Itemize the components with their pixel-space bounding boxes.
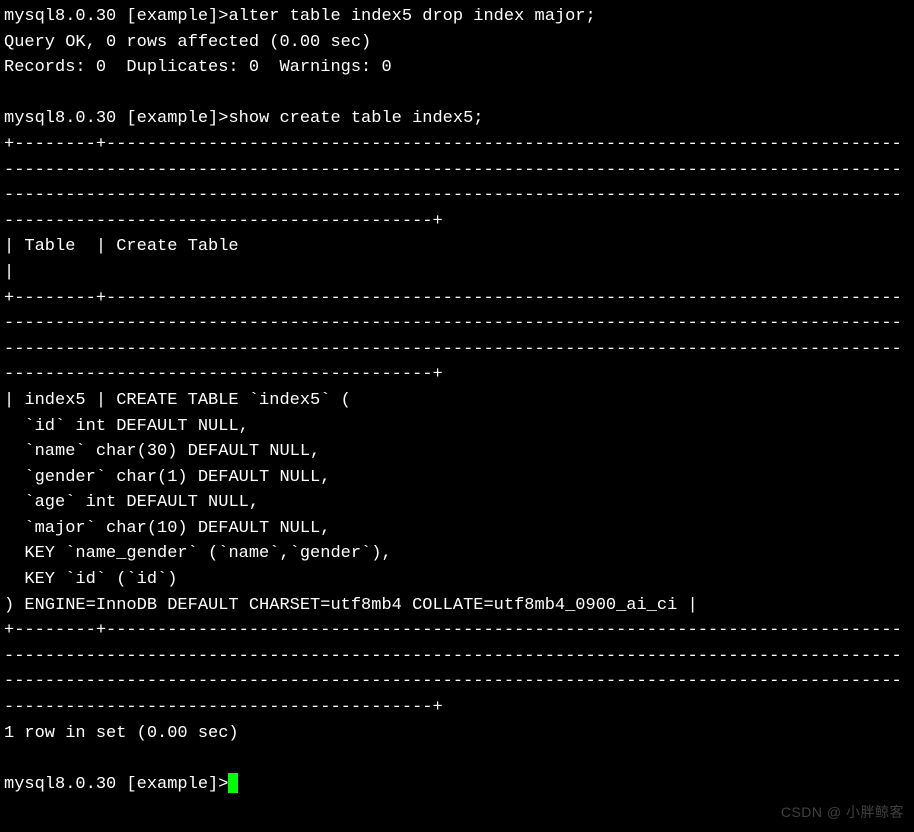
table-data-row: | index5 | CREATE TABLE `index5` ( `id` … — [4, 391, 698, 615]
sql-command: show create table index5; — [228, 109, 483, 128]
query-result-line: Records: 0 Duplicates: 0 Warnings: 0 — [4, 58, 392, 77]
watermark: CSDN @ 小胖鲸客 — [781, 802, 904, 822]
prompt: mysql8.0.30 [example]> — [4, 109, 228, 128]
terminal-output[interactable]: mysql8.0.30 [example]>alter table index5… — [0, 0, 914, 801]
sql-command: alter table index5 drop index major; — [228, 7, 595, 26]
table-header-row: | Table | Create Table — [4, 237, 914, 282]
query-result-line: Query OK, 0 rows affected (0.00 sec) — [4, 33, 371, 52]
cursor — [228, 773, 238, 793]
result-footer: 1 row in set (0.00 sec) — [4, 724, 239, 743]
table-separator: +--------+------------------------------… — [4, 621, 902, 717]
prompt: mysql8.0.30 [example]> — [4, 7, 228, 26]
prompt: mysql8.0.30 [example]> — [4, 775, 228, 794]
table-separator: +--------+------------------------------… — [4, 135, 902, 231]
table-separator: +--------+------------------------------… — [4, 289, 902, 385]
